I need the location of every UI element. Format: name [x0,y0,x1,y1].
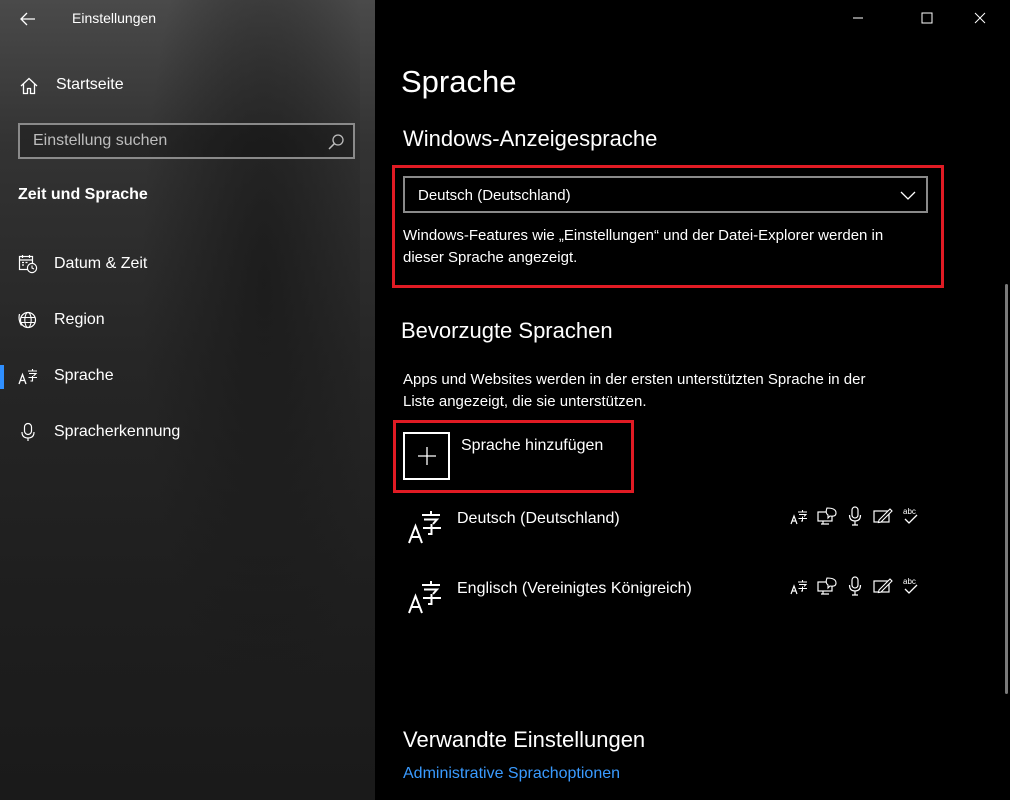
sidebar-item-label: Sprache [54,367,114,384]
preferred-languages-description: Apps und Websites werden in der ersten u… [403,369,866,413]
scrollbar[interactable] [1005,284,1008,694]
language-icon [18,369,38,385]
display-language-dropdown[interactable]: Deutsch (Deutschland) [403,176,928,213]
add-language-button[interactable]: Sprache hinzufügen [403,432,633,480]
app-title: Einstellungen [72,10,157,26]
minimize-icon [853,17,863,19]
spellcheck-icon: abc [901,505,921,527]
sidebar-item-sprache[interactable]: Sprache [0,356,375,396]
maximize-button[interactable] [904,0,950,36]
minimize-button[interactable] [835,0,881,36]
maximize-icon [921,12,933,24]
page-title: Sprache [401,64,517,99]
globe-icon [18,311,37,329]
close-icon [974,12,986,24]
sidebar-item-datum-zeit[interactable]: Datum & Zeit [0,244,375,284]
description-line: Liste angezeigt, die sie unterstützen. [403,393,647,410]
close-button[interactable] [957,0,1003,36]
search-icon[interactable] [327,133,345,151]
language-name: Deutsch (Deutschland) [457,510,620,527]
display-language-icon [789,505,809,527]
display-language-selected: Deutsch (Deutschland) [418,187,571,204]
language-icon [408,511,441,544]
description-line: Windows-Features wie „Einstellungen“ und… [403,227,884,244]
svg-text:abc: abc [903,507,916,516]
display-language-icon [789,575,809,597]
sidebar-item-label: Region [54,311,105,328]
language-features: abc [789,505,921,527]
display-language-heading: Windows-Anzeigesprache [403,126,658,151]
svg-text:abc: abc [903,577,916,586]
back-button[interactable] [15,6,41,32]
description-line: dieser Sprache angezeigt. [403,249,578,266]
search-box [18,123,355,159]
chevron-down-icon [900,191,916,200]
calendar-clock-icon [18,255,38,274]
main-content: Sprache Windows-Anzeigesprache Deutsch (… [375,0,1010,800]
sidebar-item-spracherkennung[interactable]: Spracherkennung [0,412,375,452]
sidebar-item-label: Spracherkennung [54,423,181,440]
speech-icon [817,575,837,597]
sidebar-item-home-label: Startseite [56,76,124,93]
sidebar-section-title: Zeit und Sprache [18,186,148,203]
microphone-icon [845,505,865,527]
speech-icon [817,505,837,527]
preferred-languages-heading: Bevorzugte Sprachen [401,318,613,343]
handwriting-icon [873,575,893,597]
add-language-label: Sprache hinzufügen [461,437,604,454]
language-features: abc [789,575,921,597]
related-settings-heading: Verwandte Einstellungen [403,727,646,752]
handwriting-icon [873,505,893,527]
sidebar-item-home[interactable]: Startseite [0,68,375,102]
home-icon [20,77,38,95]
microphone-icon [845,575,865,597]
plus-icon-box [403,432,450,480]
display-language-description: Windows-Features wie „Einstellungen“ und… [403,225,883,269]
sidebar-item-label: Datum & Zeit [54,255,148,272]
language-row-deutsch[interactable]: Deutsch (Deutschland) abc [405,505,925,557]
description-line: Apps und Websites werden in der ersten u… [403,371,866,388]
back-arrow-icon [20,12,35,26]
language-name: Englisch (Vereinigtes Königreich) [457,580,692,597]
microphone-icon [21,422,35,441]
spellcheck-icon: abc [901,575,921,597]
language-icon [408,581,441,614]
active-indicator [0,365,4,389]
admin-language-options-link[interactable]: Administrative Sprachoptionen [403,765,620,783]
plus-icon [417,447,436,465]
search-input[interactable] [20,125,353,157]
sidebar: Einstellungen Startseite Zeit und Sprach… [0,0,375,800]
sidebar-item-region[interactable]: Region [0,300,375,340]
language-row-englisch[interactable]: Englisch (Vereinigtes Königreich) abc [405,575,925,627]
